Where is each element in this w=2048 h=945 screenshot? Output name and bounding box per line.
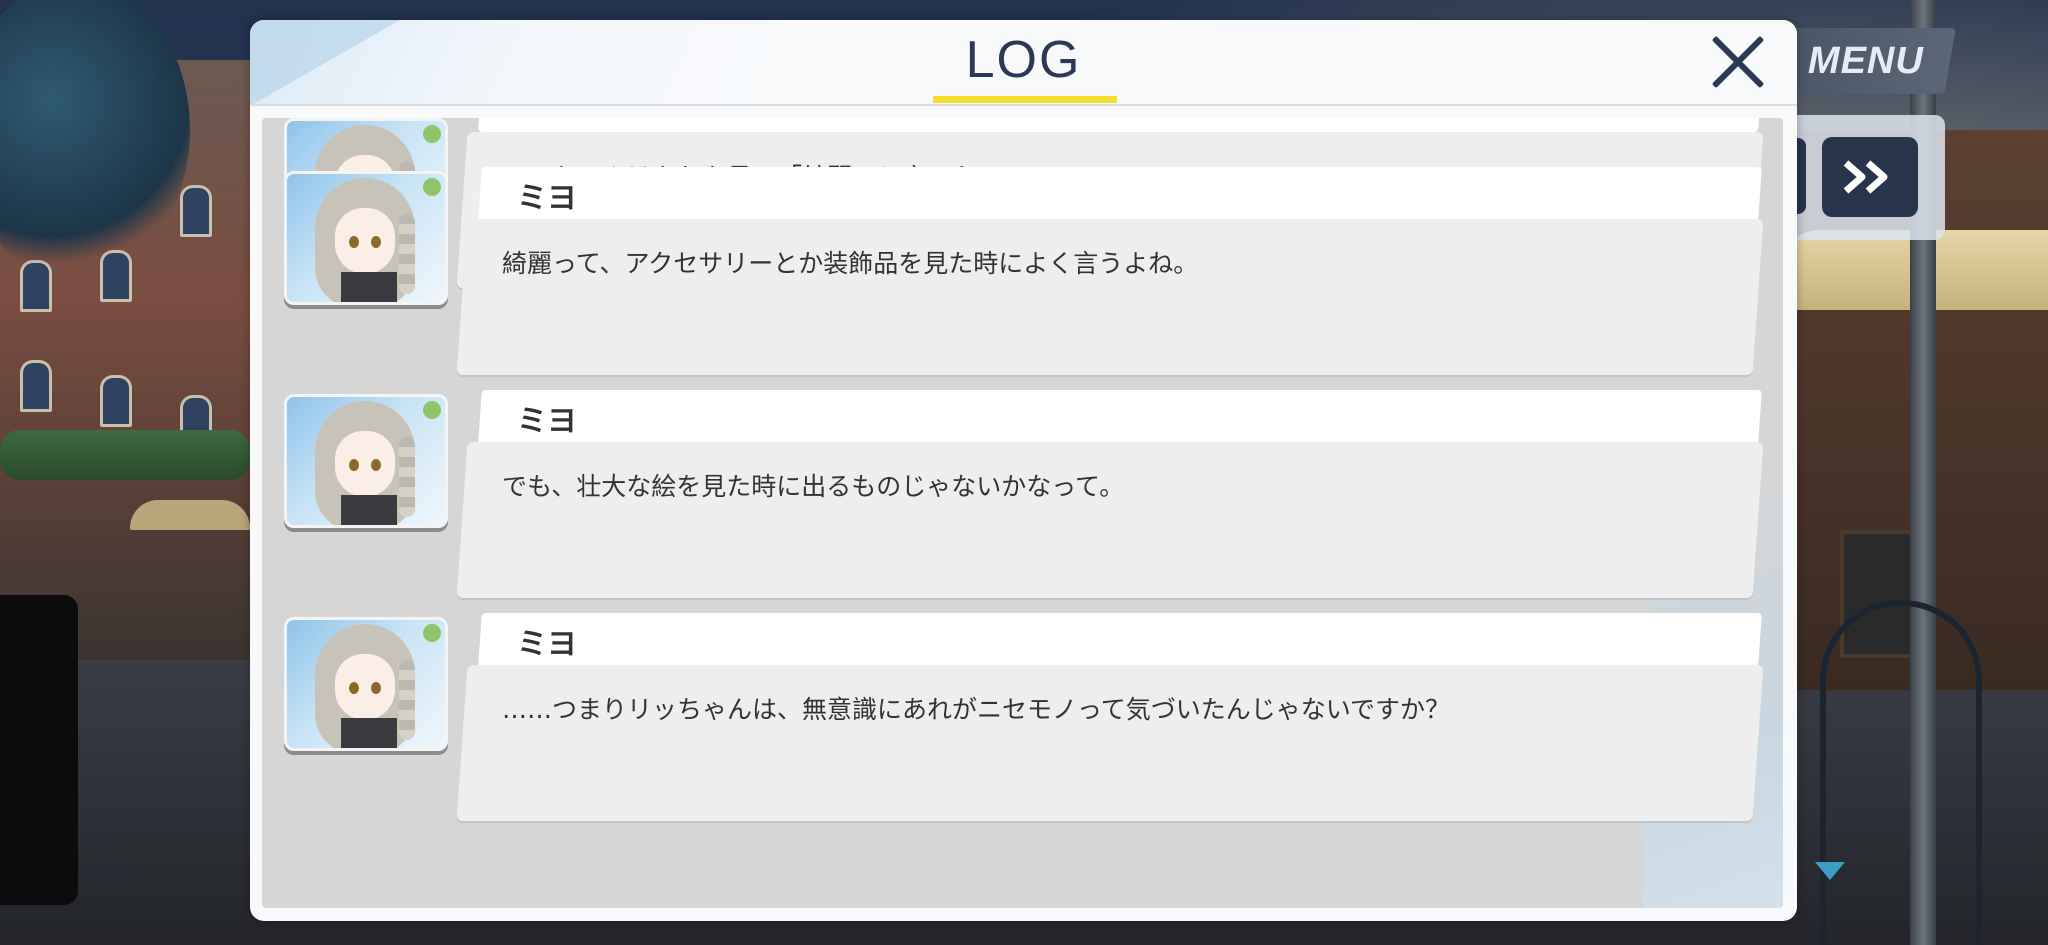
speaker-name-bar [478,613,1762,667]
speaker-name: ミヨ [517,627,577,662]
message-box [456,219,1764,375]
background-umbrella [130,500,250,530]
speaker-name: ミヨ [517,181,577,216]
log-entry: ミヨ ……つまりリッちゃんは、無意識にあれがニセモノって気づいたんじゃないですか… [262,613,1783,840]
scroll-down-arrow-icon [1815,862,1845,880]
speaker-name-bar [478,390,1762,444]
speaker-name: ミヨ [517,404,577,439]
log-list[interactable]: リッちゃんはあれを見て「綺麗」と言った。 ミヨ 綺麗って、アクセサリーとか装飾品… [262,118,1783,908]
message-text: でも、壮大な絵を見た時に出るものじゃないかなって。 [502,472,1125,501]
background-window [180,185,212,237]
speaker-avatar [284,617,448,751]
log-entry: ミヨ でも、壮大な絵を見た時に出るものじゃないかなって。 [262,390,1783,617]
speaker-avatar [284,394,448,528]
background-shrub [0,430,250,480]
menu-button[interactable]: MENU [1776,28,1956,94]
background-window [100,375,132,427]
side-panel-tab[interactable] [0,595,78,905]
close-icon[interactable] [1710,34,1766,90]
speaker-name-bar [478,118,1762,132]
speaker-avatar [284,171,448,305]
log-dialog: LOG リッちゃんはあれを見て「綺麗」と言った。 ミヨ 綺 [250,20,1797,921]
message-text: 綺麗って、アクセサリーとか装飾品を見た時によく言うよね。 [502,249,1199,278]
skip-button[interactable] [1822,137,1918,217]
message-box [456,665,1764,821]
menu-button-label: MENU [1808,39,1924,82]
speaker-name-bar [478,167,1762,221]
background-window [20,360,52,412]
log-entry: リッちゃんはあれを見て「綺麗」と言った。 [262,118,1783,288]
title-underline [933,96,1117,103]
log-entry: ミヨ 綺麗って、アクセサリーとか装飾品を見た時によく言うよね。 [262,167,1783,394]
fast-forward-icon [1843,160,1888,194]
message-text: ……つまりリッちゃんは、無意識にあれがニセモノって気づいたんじゃないですか？ [502,695,1451,724]
header-divider [250,104,1797,106]
log-header: LOG [250,20,1797,106]
message-box [456,442,1764,598]
log-title: LOG [965,31,1082,89]
background-chair [1820,600,1982,945]
